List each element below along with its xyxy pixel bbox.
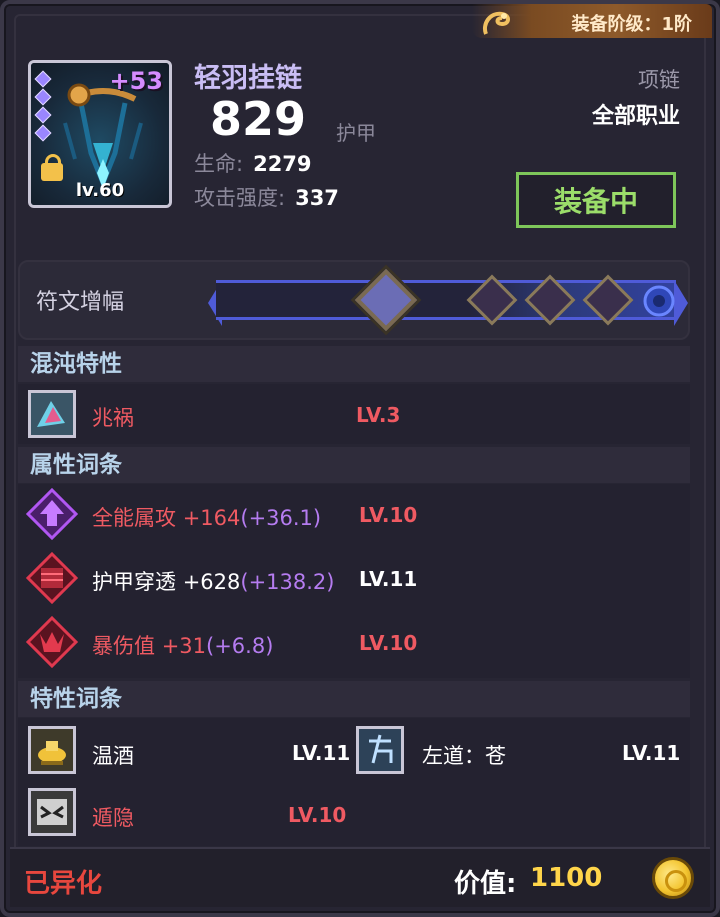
- rune-label: 符文增幅: [36, 290, 125, 315]
- stat-label: 攻击强度:: [194, 186, 286, 210]
- affix-bonus: (+36.1): [240, 506, 322, 530]
- perk-name: 左道：苍: [422, 744, 506, 768]
- affix-value: +628: [182, 570, 241, 594]
- affix-bonus: (+138.2): [240, 570, 335, 594]
- equipped-label: 装备中: [553, 185, 638, 218]
- purple-arrow-icon: [26, 488, 78, 540]
- perks-header: 特性词条: [18, 681, 690, 717]
- affix-text: 全能属攻 +164(+36.1): [92, 502, 321, 532]
- item-detail-panel: 装备阶级：1阶 +53 lv.60 轻羽挂链 829 护甲 生命: 2279 攻…: [0, 0, 720, 917]
- hidden-icon: [28, 788, 76, 836]
- stat-label: 生命:: [194, 152, 244, 176]
- mutated-status: 已异化: [24, 869, 103, 899]
- affix-level: LV.10: [359, 503, 418, 527]
- tier-badge: 装备阶级：1阶: [472, 4, 712, 38]
- affix-level: LV.11: [359, 567, 418, 591]
- tier-text: 装备阶级：1阶: [571, 14, 692, 35]
- equipped-button[interactable]: 装备中: [516, 172, 676, 228]
- value-amount: 1100: [530, 863, 603, 893]
- socket-gems: [34, 70, 53, 145]
- socket-gem: [34, 70, 52, 88]
- perk-level: LV.11: [622, 741, 681, 765]
- affix-value: +164: [182, 506, 241, 530]
- affix-name: 暴伤值: [92, 634, 155, 658]
- rune-track-right-cap: [674, 280, 688, 326]
- lock-icon[interactable]: [41, 154, 63, 181]
- socket-gem: [34, 106, 52, 124]
- section-title: 混沌特性: [30, 351, 122, 377]
- class-requirement: 全部职业: [591, 104, 680, 129]
- affix-name: 护甲穿透: [92, 570, 176, 594]
- red-armor-icon: [26, 552, 78, 604]
- stat-health: 生命: 2279: [194, 148, 312, 178]
- affixes-header: 属性词条: [18, 447, 690, 483]
- dragon-emblem-icon: [483, 11, 510, 35]
- gold-coin-icon: [652, 857, 694, 899]
- affix-value: +31: [161, 634, 207, 658]
- stat-value: 337: [295, 186, 339, 210]
- socket-gem: [34, 124, 52, 142]
- perk-level: LV.11: [292, 741, 351, 765]
- trait-name: 兆祸: [92, 406, 134, 430]
- chaos-trait-row[interactable]: 兆祸 LV.3: [18, 384, 690, 444]
- red-crit-icon: [26, 616, 78, 668]
- affix-text: 暴伤值 +31(+6.8): [92, 630, 273, 660]
- affix-bonus: (+6.8): [206, 634, 274, 658]
- rune-amplify: 符文增幅: [18, 260, 690, 340]
- item-icon[interactable]: +53 lv.60: [28, 60, 172, 208]
- affix-level: LV.10: [359, 631, 418, 655]
- chaos-trait-icon: [28, 390, 76, 438]
- enhance-level: +53: [109, 67, 163, 95]
- chaos-traits-header: 混沌特性: [18, 346, 690, 382]
- trait-level: LV.3: [356, 403, 401, 427]
- perk-level: LV.10: [288, 803, 347, 827]
- wine-pot-icon: [28, 726, 76, 774]
- rune-end-icon: [643, 285, 675, 317]
- left-path-icon: [356, 726, 404, 774]
- footer: 已异化 价值: 1100: [10, 847, 710, 907]
- affix-name: 全能属攻: [92, 506, 176, 530]
- affix-text: 护甲穿透 +628(+138.2): [92, 566, 334, 596]
- socket-gem: [34, 88, 52, 106]
- perk-name: 遁隐: [92, 806, 134, 830]
- section-title: 特性词条: [30, 686, 122, 712]
- item-name: 轻羽挂链: [194, 63, 302, 94]
- slot-type: 项链: [638, 68, 680, 92]
- perk-name: 温酒: [92, 744, 134, 768]
- armor-label: 护甲: [336, 121, 376, 145]
- stat-value: 2279: [253, 152, 312, 176]
- item-level: lv.60: [75, 180, 125, 201]
- section-title: 属性词条: [30, 452, 122, 478]
- armor-value: 829: [210, 92, 307, 146]
- rune-slot-filled[interactable]: [354, 268, 418, 332]
- stat-attack: 攻击强度: 337: [194, 182, 339, 212]
- value-label: 价值:: [454, 869, 517, 899]
